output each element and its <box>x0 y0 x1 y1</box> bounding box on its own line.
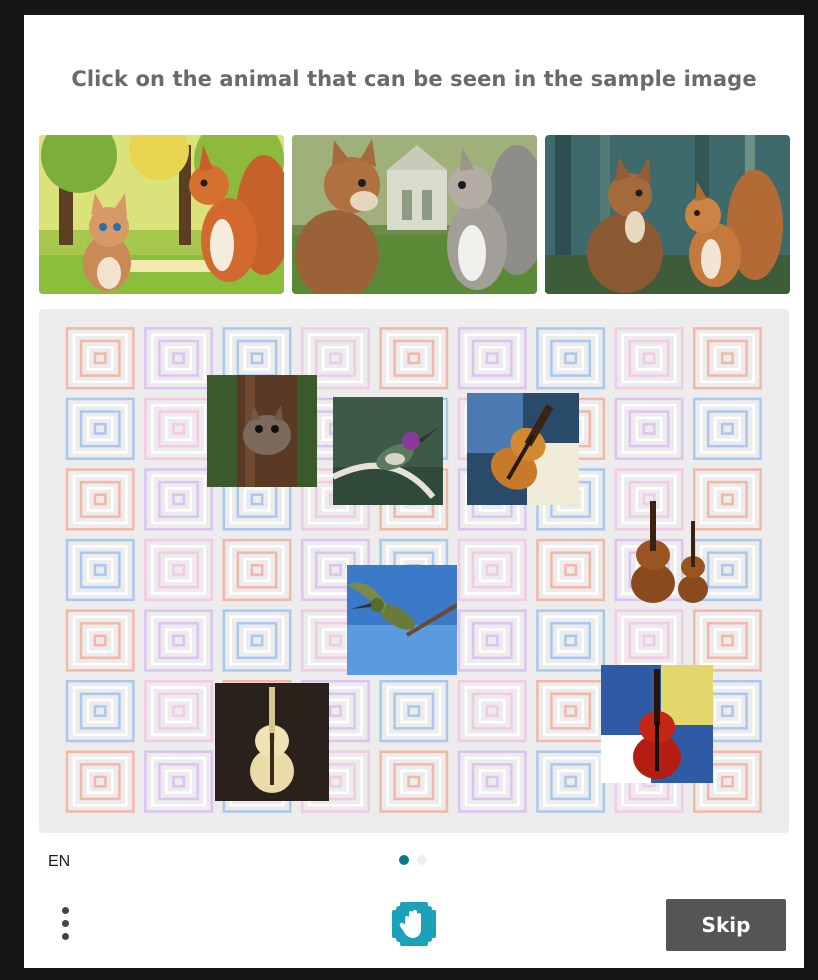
grid-item-violin-red[interactable] <box>601 665 713 783</box>
sample-images <box>39 135 790 294</box>
sample-image-2 <box>292 135 537 294</box>
challenge-prompt: Click on the animal that can be seen in … <box>71 67 757 91</box>
grid-item-squirrel-on-tree[interactable] <box>207 375 317 487</box>
task-canvas-area <box>39 309 789 833</box>
sample-image-3 <box>545 135 790 294</box>
menu-button[interactable] <box>54 903 78 943</box>
language-selector[interactable]: EN <box>48 853 70 871</box>
menu-dot-icon <box>62 933 69 940</box>
menu-dot-icon <box>62 907 69 914</box>
hcaptcha-hand-logo-icon[interactable] <box>388 898 440 950</box>
captcha-frame: Click on the animal that can be seen in … <box>24 15 804 968</box>
grid-item-violin-painted[interactable] <box>467 393 579 505</box>
sample-image-1 <box>39 135 284 294</box>
grid-item-two-violins[interactable] <box>619 491 719 617</box>
grid-item-hummingbird-flying[interactable] <box>347 565 457 675</box>
menu-dot-icon <box>62 920 69 927</box>
challenge-canvas <box>61 323 767 817</box>
grid-item-violin-cream[interactable] <box>215 683 329 801</box>
page-dot-2 <box>417 855 427 865</box>
page-dot-1-active <box>399 855 409 865</box>
grid-item-hummingbird-perched[interactable] <box>333 397 443 505</box>
skip-button[interactable]: Skip <box>666 899 786 951</box>
